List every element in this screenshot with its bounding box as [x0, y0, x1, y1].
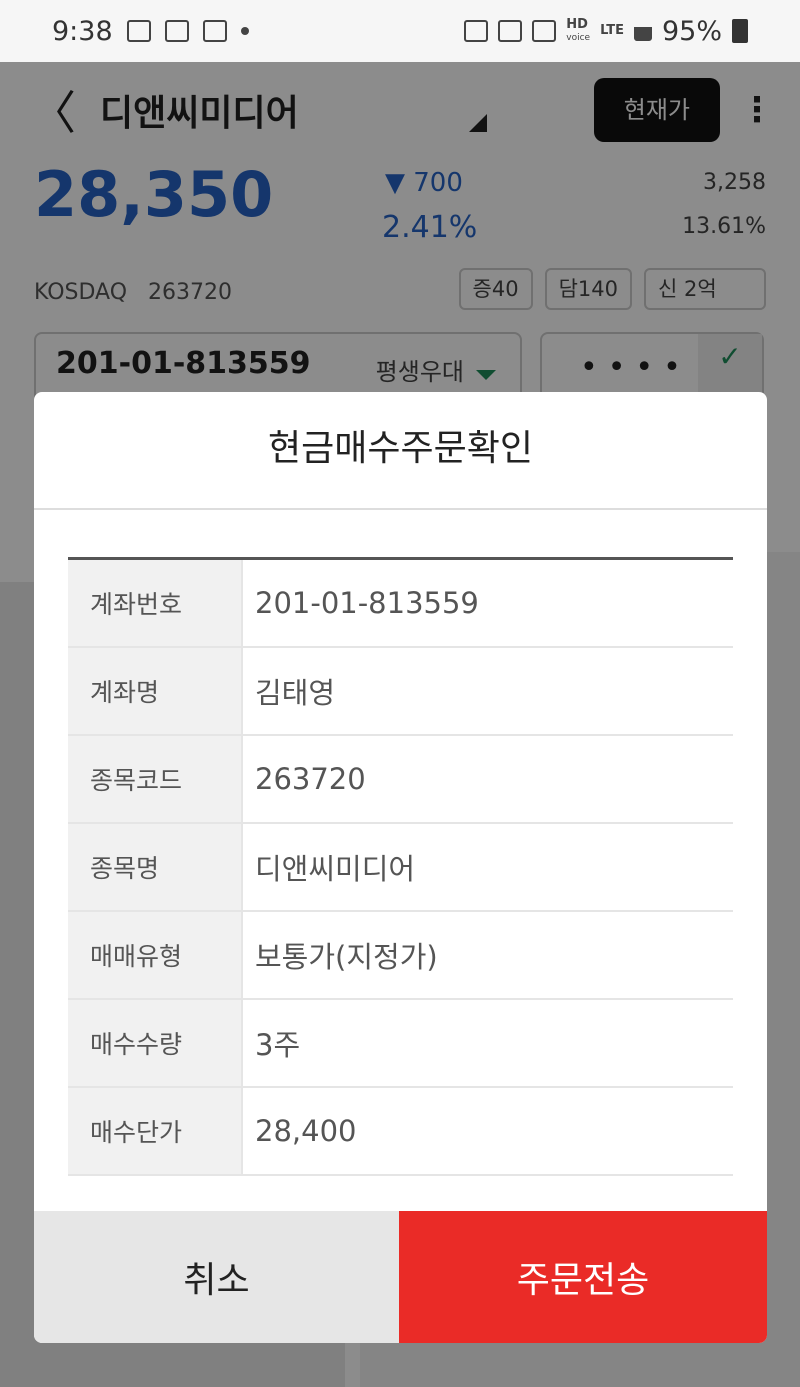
order-confirm-dialog: 현금매수주문확인 계좌번호 201-01-813559 계좌명 김태영 종목코드…	[34, 392, 767, 1343]
alarm-icon	[498, 20, 523, 42]
row-label: 매수단가	[68, 1088, 243, 1174]
dialog-buttons: 취소 주문전송	[34, 1211, 767, 1343]
row-label: 매매유형	[68, 912, 243, 998]
row-value: 디앤씨미디어	[255, 852, 416, 886]
notification-dot-icon	[240, 27, 249, 35]
cancel-button[interactable]: 취소	[34, 1211, 399, 1343]
battery-icon	[732, 19, 748, 43]
dialog-title: 현금매수주문확인	[34, 392, 767, 510]
row-label: 계좌명	[68, 648, 243, 734]
table-row: 계좌번호 201-01-813559	[68, 560, 733, 648]
row-label: 종목명	[68, 824, 243, 910]
table-row: 계좌명 김태영	[68, 648, 733, 736]
table-row: 종목명 디앤씨미디어	[68, 824, 733, 912]
mute-icon	[532, 20, 557, 42]
table-row: 매매유형 보통가(지정가)	[68, 912, 733, 1000]
row-value: 3주	[255, 1028, 301, 1062]
lte-indicator: LTE	[600, 23, 624, 38]
recycle-icon	[464, 20, 489, 42]
signal-icon	[633, 21, 652, 41]
row-value: 28,400	[255, 1114, 357, 1148]
status-bar: 9:38 HD voice LTE 95%	[0, 0, 800, 62]
table-row: 종목코드 263720	[68, 736, 733, 824]
row-label: 계좌번호	[68, 560, 243, 646]
submit-order-button[interactable]: 주문전송	[399, 1211, 767, 1343]
row-value: 김태영	[255, 676, 336, 710]
row-value: 보통가(지정가)	[255, 940, 438, 974]
status-time: 9:38	[52, 15, 113, 47]
table-row: 매수수량 3주	[68, 1000, 733, 1088]
talk-icon	[164, 20, 189, 42]
battery-percent: 95%	[661, 15, 722, 47]
order-detail-table: 계좌번호 201-01-813559 계좌명 김태영 종목코드 263720 종…	[68, 557, 733, 1176]
message-icon	[202, 20, 227, 42]
gallery-icon	[126, 20, 151, 42]
row-value: 201-01-813559	[255, 586, 479, 620]
row-value: 263720	[255, 762, 366, 796]
row-label: 매수수량	[68, 1000, 243, 1086]
hd-voice-indicator: HD voice	[566, 16, 591, 43]
row-label: 종목코드	[68, 736, 243, 822]
table-row: 매수단가 28,400	[68, 1088, 733, 1176]
